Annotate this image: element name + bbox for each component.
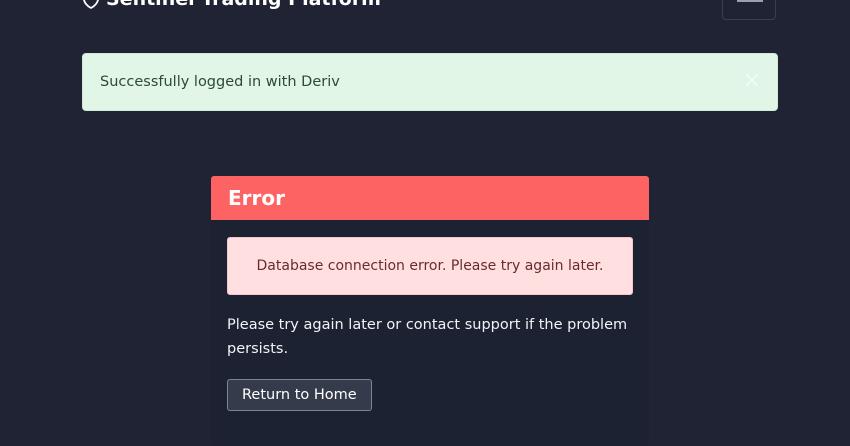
error-card-header: Error bbox=[211, 176, 649, 220]
error-title: Error bbox=[228, 186, 285, 210]
navbar-brand[interactable]: Sentinel Trading Platform bbox=[82, 0, 381, 10]
error-card: Error Database connection error. Please … bbox=[211, 176, 649, 446]
shield-icon bbox=[83, 0, 99, 9]
menu-icon bbox=[737, 0, 763, 2]
brand-title: Sentinel Trading Platform bbox=[106, 0, 381, 10]
error-help-text: Please try again later or contact suppor… bbox=[227, 317, 628, 357]
navbar-toggle-button[interactable] bbox=[722, 0, 776, 20]
success-message: Successfully logged in with Deriv bbox=[100, 74, 340, 90]
error-alert-text: Database connection error. Please try ag… bbox=[256, 258, 604, 274]
success-alert: Successfully logged in with Deriv × bbox=[82, 53, 778, 111]
error-alert: Database connection error. Please try ag… bbox=[227, 237, 633, 295]
return-home-button[interactable]: Return to Home bbox=[227, 379, 372, 411]
close-icon[interactable]: × bbox=[743, 70, 761, 92]
